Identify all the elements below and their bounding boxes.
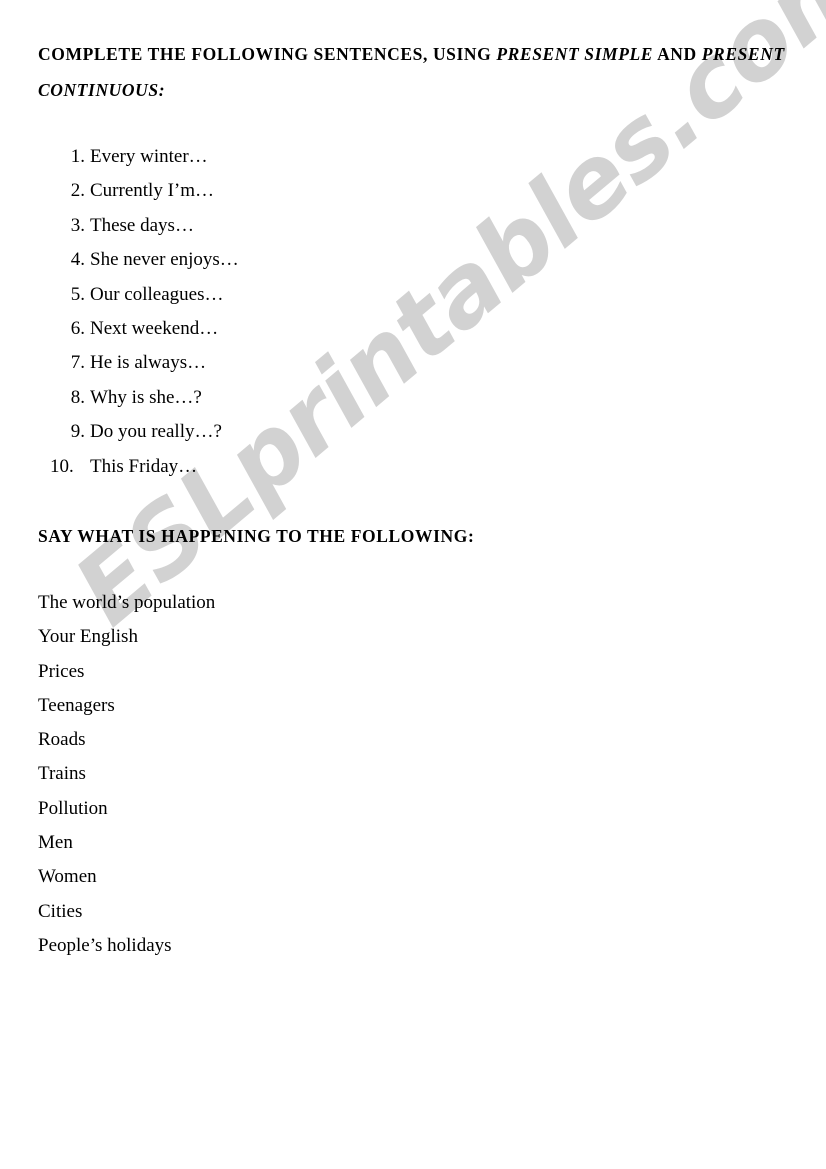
sentence-starter-number: 1. <box>70 146 85 167</box>
sentence-starter-text: These days… <box>90 214 194 236</box>
sentence-starter-text: She never enjoys… <box>90 249 239 271</box>
topic-item: Your English <box>38 626 138 648</box>
sentence-starter-item: 9. Do you really…? <box>38 415 538 449</box>
topic-item: Pollution <box>38 797 108 819</box>
exercise-one-heading: COMPLETE THE FOLLOWING SENTENCES, USING … <box>38 36 798 108</box>
heading-one-emphasis-present-simple: PRESENT SIMPLE <box>496 44 654 64</box>
sentence-starter-number: 8. <box>70 386 85 408</box>
sentence-starter-item: 2. Currently I’m… <box>38 174 538 208</box>
sentence-starter-number: 7. <box>70 352 85 374</box>
sentence-starter-item: 5. Our colleagues… <box>38 278 538 312</box>
topic-item: People’s holidays <box>38 934 172 956</box>
sentence-starter-number: 2. <box>70 180 85 202</box>
sentence-starter-item: 1. Every winter… <box>38 140 538 174</box>
sentence-starter-text: Currently I’m… <box>90 180 215 202</box>
topic-item: Men <box>38 832 73 854</box>
sentence-starter-number: 6. <box>70 317 85 339</box>
sentence-starter-item: 3. These days… <box>38 209 538 243</box>
sentence-starter-text: He is always… <box>90 352 207 374</box>
topic-item: Prices <box>38 660 85 682</box>
exercise-two-heading: SAY WHAT IS HAPPENING TO THE FOLLOWING: <box>38 518 474 554</box>
topic-item: Trains <box>38 763 86 785</box>
sentence-starter-item: 7. He is always… <box>38 346 538 380</box>
sentence-starter-number: 3. <box>70 214 85 236</box>
heading-one-part-one: COMPLETE THE FOLLOWING SENTENCES, USING <box>38 44 497 64</box>
sentence-starter-item: 6. Next weekend… <box>38 312 538 346</box>
sentence-starter-text: Why is she…? <box>90 386 202 408</box>
sentence-starter-number: 9. <box>70 421 85 443</box>
sentence-starter-text: Do you really…? <box>90 421 222 443</box>
sentence-starter-list: 1. Every winter… 2. Currently I’m… 3. These d… <box>38 140 538 484</box>
topic-item: Women <box>38 866 97 888</box>
sentence-starter-number: 5. <box>70 283 85 305</box>
topic-item: Roads <box>38 729 86 751</box>
topic-list: The world’s population Your English Prices… <box>38 586 538 963</box>
sentence-starter-item: 4. She never enjoys… <box>38 243 538 277</box>
sentence-starter-text: Next weekend… <box>90 317 219 339</box>
sentence-starter-number: 10. <box>50 455 74 477</box>
sentence-starter-item: 8. Why is she…? <box>38 381 538 415</box>
topic-item: Teenagers <box>38 694 115 716</box>
heading-two-label: SAY WHAT IS HAPPENING TO THE FOLLOWING: <box>38 526 475 546</box>
heading-one-conjunction: AND <box>653 44 702 64</box>
topic-item: The world’s population <box>38 592 216 613</box>
sentence-starter-text: Every winter… <box>90 146 208 167</box>
worksheet-page: ESLprintables.com COMPLETE THE FOLLOWING… <box>0 0 826 1169</box>
sentence-starter-text: This Friday… <box>90 455 198 477</box>
sentence-starter-item: 10. This Friday… <box>38 450 538 484</box>
topic-item: Cities <box>38 900 83 922</box>
sentence-starter-text: Our colleagues… <box>90 283 224 305</box>
sentence-starter-number: 4. <box>70 249 85 271</box>
